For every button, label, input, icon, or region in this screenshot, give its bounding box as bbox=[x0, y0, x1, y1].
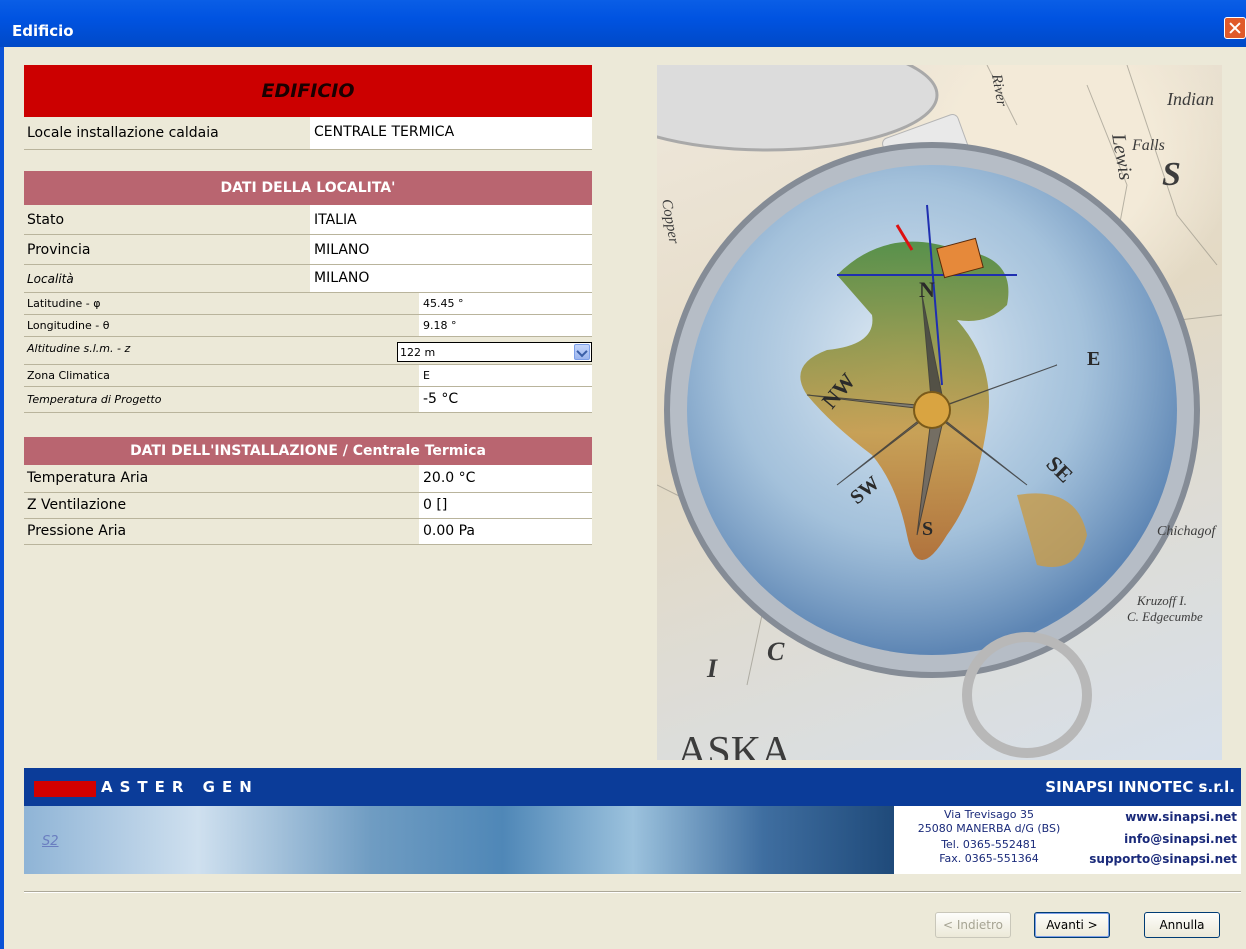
locale-row: Locale installazione caldaia CENTRALE TE… bbox=[24, 117, 592, 150]
temperatura-progetto-field[interactable]: -5 °C bbox=[419, 387, 592, 412]
z-ventilazione-label: Z Ventilazione bbox=[27, 497, 127, 513]
svg-text:N: N bbox=[919, 277, 935, 302]
edificio-header: EDIFICIO bbox=[24, 65, 592, 117]
brand-red-tab bbox=[34, 781, 96, 797]
altitudine-value: 122 m bbox=[400, 346, 436, 359]
zona-label: Zona Climatica bbox=[27, 369, 110, 382]
svg-text:E: E bbox=[1087, 348, 1100, 370]
website-link[interactable]: www.sinapsi.net bbox=[1125, 810, 1237, 824]
banner-top-bar: ASTER GEN SINAPSI INNOTEC s.r.l. bbox=[24, 768, 1241, 806]
pressione-aria-row: Pressione Aria 0.00 Pa bbox=[24, 519, 592, 545]
banner-image-strip: S2 bbox=[24, 806, 894, 874]
window-frame bbox=[0, 47, 4, 949]
compass-illustration: Indian Falls S Lewis River Copper C I AS… bbox=[657, 65, 1222, 760]
longitudine-label: Longitudine - θ bbox=[27, 319, 110, 332]
svg-text:River: River bbox=[988, 72, 1010, 108]
localita-header: DATI DELLA LOCALITA' bbox=[24, 171, 592, 205]
cancel-button[interactable]: Annulla bbox=[1144, 912, 1220, 938]
svg-text:C: C bbox=[767, 637, 785, 666]
close-button[interactable] bbox=[1224, 17, 1246, 39]
svg-text:S: S bbox=[922, 518, 933, 540]
footer-banner: ASTER GEN SINAPSI INNOTEC s.r.l. S2 Via … bbox=[24, 768, 1241, 874]
altitudine-select[interactable]: 122 m bbox=[397, 342, 592, 362]
stato-label: Stato bbox=[27, 212, 65, 228]
localita-field[interactable]: MILANO bbox=[310, 265, 592, 292]
latitudine-label: Latitudine - φ bbox=[27, 297, 101, 310]
latitudine-row: Latitudine - φ 45.45 ° bbox=[24, 293, 592, 315]
svg-text:ASKA.: ASKA. bbox=[677, 729, 802, 760]
locale-label: Locale installazione caldaia bbox=[27, 125, 219, 141]
company-name: SINAPSI INNOTEC s.r.l. bbox=[1045, 778, 1235, 796]
temperatura-progetto-label: Temperatura di Progetto bbox=[27, 393, 162, 406]
z-ventilazione-field[interactable]: 0 [] bbox=[419, 493, 592, 518]
z-ventilazione-row: Z Ventilazione 0 [] bbox=[24, 493, 592, 519]
altitudine-label: Altitudine s.l.m. - z bbox=[27, 342, 131, 355]
localita-label: Località bbox=[27, 272, 74, 286]
compass-globe-image: Indian Falls S Lewis River Copper C I AS… bbox=[657, 65, 1222, 760]
provincia-row: Provincia MILANO bbox=[24, 235, 592, 265]
longitudine-row: Longitudine - θ 9.18 ° bbox=[24, 315, 592, 337]
svg-text:Copper: Copper bbox=[658, 198, 682, 245]
phone-text: Tel. 0365-552481 bbox=[941, 838, 1037, 851]
next-button[interactable]: Avanti > bbox=[1034, 912, 1110, 938]
svg-text:Chichagof: Chichagof bbox=[1157, 524, 1217, 539]
temperatura-aria-label: Temperatura Aria bbox=[27, 470, 149, 486]
chevron-down-icon[interactable] bbox=[574, 344, 590, 360]
address-line1: Via Trevisago 35 bbox=[944, 808, 1034, 821]
company-address-box: Via Trevisago 35 25080 MANERBA d/G (BS) … bbox=[894, 806, 1241, 874]
zona-field[interactable]: E bbox=[419, 365, 592, 386]
button-separator bbox=[24, 891, 1241, 893]
pressione-aria-label: Pressione Aria bbox=[27, 523, 127, 539]
svg-text:Indian: Indian bbox=[1166, 89, 1214, 109]
edificio-header-text: EDIFICIO bbox=[261, 80, 355, 102]
fax-text: Fax. 0365-551364 bbox=[939, 852, 1039, 865]
support-email-link[interactable]: supporto@sinapsi.net bbox=[1089, 852, 1237, 866]
localita-row: Località MILANO bbox=[24, 265, 592, 293]
provincia-label: Provincia bbox=[27, 242, 91, 258]
temperatura-aria-field[interactable]: 20.0 °C bbox=[419, 465, 592, 492]
stato-field[interactable]: ITALIA bbox=[310, 205, 592, 234]
locale-field[interactable]: CENTRALE TERMICA bbox=[310, 117, 592, 149]
back-button[interactable]: < Indietro bbox=[935, 912, 1011, 938]
svg-text:Kruzoff I.: Kruzoff I. bbox=[1136, 593, 1187, 608]
svg-text:S: S bbox=[1162, 156, 1181, 193]
installazione-header: DATI DELL'INSTALLAZIONE / Centrale Termi… bbox=[24, 437, 592, 465]
temperatura-progetto-row: Temperatura di Progetto -5 °C bbox=[24, 387, 592, 413]
title-bar: Edificio bbox=[0, 0, 1246, 47]
address-line2: 25080 MANERBA d/G (BS) bbox=[917, 822, 1061, 835]
latitudine-field[interactable]: 45.45 ° bbox=[419, 293, 592, 314]
info-email-link[interactable]: info@sinapsi.net bbox=[1124, 832, 1237, 846]
product-name: ASTER GEN bbox=[101, 778, 259, 796]
provincia-field[interactable]: MILANO bbox=[310, 235, 592, 264]
logo-text: S2 bbox=[42, 834, 59, 849]
svg-text:Falls: Falls bbox=[1131, 137, 1165, 154]
window-title: Edificio bbox=[12, 22, 74, 40]
zona-row: Zona Climatica E bbox=[24, 365, 592, 387]
longitudine-field[interactable]: 9.18 ° bbox=[419, 315, 592, 336]
temperatura-aria-row: Temperatura Aria 20.0 °C bbox=[24, 465, 592, 493]
svg-text:I: I bbox=[706, 654, 718, 683]
pressione-aria-field[interactable]: 0.00 Pa bbox=[419, 519, 592, 544]
svg-text:C. Edgecumbe: C. Edgecumbe bbox=[1127, 609, 1203, 624]
stato-row: Stato ITALIA bbox=[24, 205, 592, 235]
